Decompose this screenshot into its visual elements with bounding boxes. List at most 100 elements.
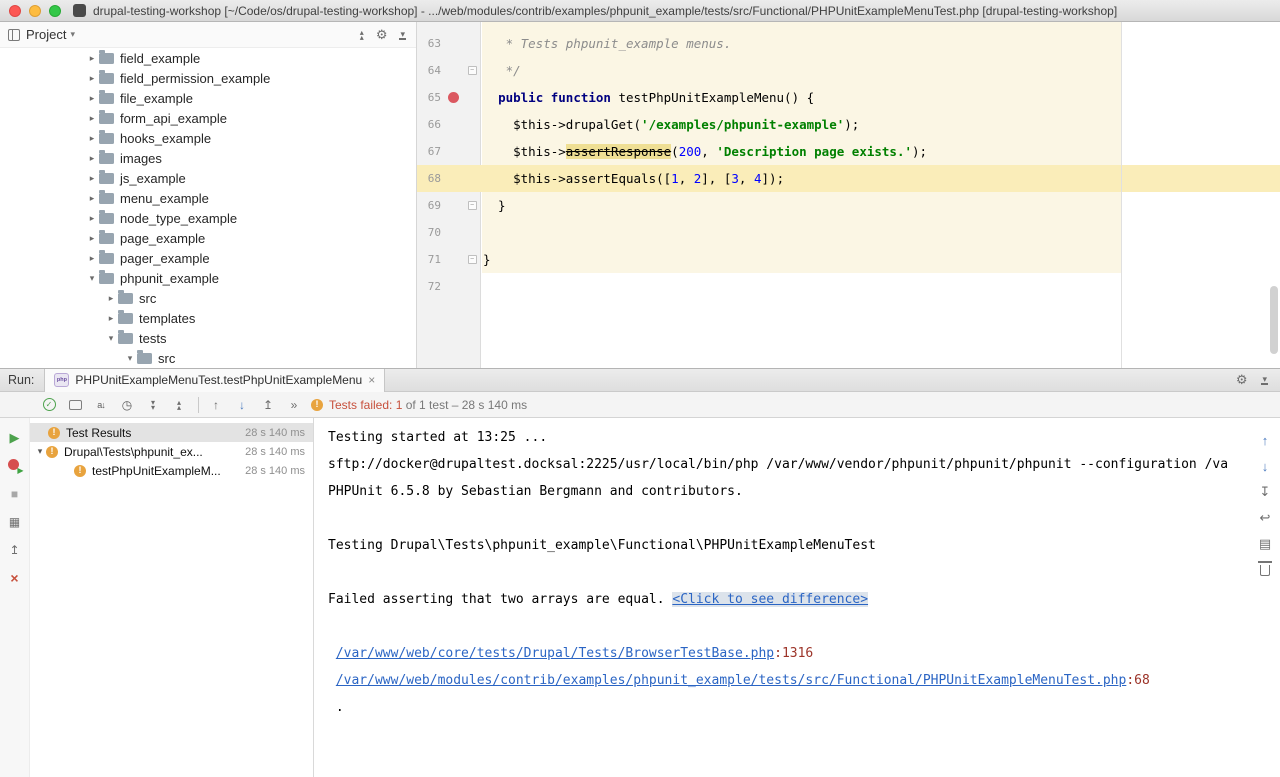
project-tree-item[interactable]: ▸menu_example bbox=[0, 188, 416, 208]
chevron-right-icon[interactable]: ▸ bbox=[104, 293, 118, 304]
sort-by-duration-button[interactable]: ◷ bbox=[118, 396, 136, 414]
stop-button[interactable]: ■ bbox=[7, 486, 23, 502]
chevron-right-icon[interactable]: ▸ bbox=[85, 113, 99, 124]
project-tree-item[interactable]: ▸hooks_example bbox=[0, 128, 416, 148]
test-console-output[interactable]: Testing started at 13:25 ...sftp://docke… bbox=[314, 418, 1250, 777]
project-tree-item[interactable]: ▸js_example bbox=[0, 168, 416, 188]
console-line: Failed asserting that two arrays are equ… bbox=[328, 586, 1250, 613]
editor[interactable]: 63 * Tests phpunit_example menus.64− */6… bbox=[416, 22, 1280, 368]
minimize-window-button[interactable] bbox=[29, 5, 41, 17]
project-tree-item[interactable]: ▸pager_example bbox=[0, 248, 416, 268]
console-link[interactable]: /var/www/web/core/tests/Drupal/Tests/Bro… bbox=[336, 646, 774, 661]
chevron-right-icon[interactable]: ▸ bbox=[85, 213, 99, 224]
chevron-right-icon[interactable]: ▸ bbox=[85, 93, 99, 104]
chevron-right-icon[interactable]: ▸ bbox=[85, 133, 99, 144]
print-button[interactable]: ▤ bbox=[1257, 536, 1273, 552]
chevron-right-icon[interactable]: ▸ bbox=[85, 153, 99, 164]
project-tree-item[interactable]: ▸form_api_example bbox=[0, 108, 416, 128]
hide-panel-icon[interactable]: ▾ bbox=[399, 30, 406, 40]
hide-tool-window-icon[interactable]: ▾ bbox=[1261, 375, 1268, 385]
project-panel-title[interactable]: Project bbox=[26, 27, 66, 42]
chevron-down-icon[interactable]: ▾ bbox=[70, 29, 75, 40]
chevron-right-icon[interactable]: ▸ bbox=[85, 53, 99, 64]
clear-all-button[interactable] bbox=[1257, 562, 1273, 578]
test-tree-item[interactable]: !testPhpUnitExampleM...28 s 140 ms bbox=[30, 461, 313, 480]
editor-line[interactable]: 72 bbox=[417, 273, 1280, 300]
editor-line[interactable]: 67 $this->assertResponse(200, 'Descripti… bbox=[417, 138, 1280, 165]
soft-wrap-button[interactable]: ↩ bbox=[1257, 510, 1273, 526]
project-tree-item[interactable]: ▸field_example bbox=[0, 48, 416, 68]
fold-marker-icon[interactable]: − bbox=[468, 255, 477, 264]
fold-marker-icon[interactable]: − bbox=[468, 66, 477, 75]
close-window-button[interactable] bbox=[9, 5, 21, 17]
project-tree-item[interactable]: ▸images bbox=[0, 148, 416, 168]
editor-line[interactable]: 69− } bbox=[417, 192, 1280, 219]
chevron-right-icon[interactable]: ▸ bbox=[85, 73, 99, 84]
project-tree-item[interactable]: ▸ file_example bbox=[0, 88, 416, 108]
chevron-down-icon[interactable]: ▾ bbox=[104, 333, 118, 344]
project-tree-item[interactable]: ▸src bbox=[0, 288, 416, 308]
collapse-all-button[interactable]: ▴▴ bbox=[170, 396, 188, 414]
test-tree-item[interactable]: ▾!Drupal\Tests\phpunit_ex...28 s 140 ms bbox=[30, 442, 313, 461]
console-link[interactable]: <Click to see difference> bbox=[672, 592, 868, 607]
console-link[interactable]: /var/www/web/modules/contrib/examples/ph… bbox=[336, 673, 1127, 688]
scroll-to-end-button[interactable]: ↧ bbox=[1257, 484, 1273, 500]
line-number: 70 bbox=[417, 226, 443, 239]
folder-icon bbox=[99, 233, 114, 244]
project-item-label: file_example bbox=[120, 91, 193, 106]
run-settings-gear-icon[interactable]: ⚙ bbox=[1236, 372, 1248, 388]
rerun-failed-tests-button[interactable]: ▶ bbox=[7, 458, 23, 474]
test-tree-item[interactable]: !Test Results28 s 140 ms bbox=[30, 423, 313, 442]
down-stack-trace-button[interactable]: ↓ bbox=[1257, 458, 1273, 474]
code-text: } bbox=[481, 252, 1280, 267]
close-run-panel-button[interactable]: × bbox=[7, 570, 23, 586]
editor-scrollbar[interactable] bbox=[1270, 286, 1278, 354]
failed-test-gutter-icon[interactable] bbox=[448, 92, 459, 103]
settings-gear-icon[interactable]: ⚙ bbox=[376, 27, 388, 43]
project-tree-item[interactable]: ▾src bbox=[0, 348, 416, 368]
console-line: PHPUnit 6.5.8 by Sebastian Bergmann and … bbox=[328, 478, 1250, 505]
chevron-right-icon[interactable]: ▸ bbox=[85, 173, 99, 184]
line-number: 69 bbox=[417, 199, 443, 212]
show-ignored-button[interactable] bbox=[66, 396, 84, 414]
chevron-right-icon[interactable]: ▸ bbox=[85, 233, 99, 244]
project-tree-item[interactable]: ▸page_example bbox=[0, 228, 416, 248]
expand-all-button[interactable]: ▾▾ bbox=[144, 396, 162, 414]
chevron-down-icon[interactable]: ▾ bbox=[123, 353, 137, 364]
editor-line[interactable]: 66 $this->drupalGet('/examples/phpunit-e… bbox=[417, 111, 1280, 138]
overflow-actions-icon[interactable]: » bbox=[285, 396, 303, 414]
editor-line[interactable]: 68 $this->assertEquals([1, 2], [3, 4]); bbox=[417, 165, 1280, 192]
close-tab-icon[interactable]: × bbox=[368, 373, 375, 387]
fold-marker-icon[interactable]: − bbox=[468, 201, 477, 210]
editor-line[interactable]: 71−} bbox=[417, 246, 1280, 273]
previous-failed-test-button[interactable]: ↑ bbox=[207, 396, 225, 414]
project-tree-item[interactable]: ▸templates bbox=[0, 308, 416, 328]
collapse-all-icon[interactable]: ▴ ▴ bbox=[360, 30, 364, 40]
editor-line[interactable]: 64− */ bbox=[417, 57, 1280, 84]
chevron-right-icon[interactable]: ▸ bbox=[104, 313, 118, 324]
project-tree-item[interactable]: ▾ phpunit_example bbox=[0, 268, 416, 288]
toggle-layout-button[interactable]: ▦ bbox=[7, 514, 23, 530]
project-item-label: phpunit_example bbox=[120, 271, 219, 286]
show-passed-button[interactable]: ✓ bbox=[40, 396, 58, 414]
titlebar: drupal-testing-workshop [~/Code/os/drupa… bbox=[0, 0, 1280, 22]
php-file-icon: php bbox=[54, 373, 69, 387]
up-stack-trace-button[interactable]: ↑ bbox=[1257, 432, 1273, 448]
editor-line[interactable]: 65 public function testPhpUnitExampleMen… bbox=[417, 84, 1280, 111]
zoom-window-button[interactable] bbox=[49, 5, 61, 17]
chevron-down-icon[interactable]: ▾ bbox=[34, 446, 46, 457]
project-tree-item[interactable]: ▸field_permission_example bbox=[0, 68, 416, 88]
project-tree-item[interactable]: ▸node_type_example bbox=[0, 208, 416, 228]
chevron-right-icon[interactable]: ▸ bbox=[85, 253, 99, 264]
run-tab[interactable]: php PHPUnitExampleMenuTest.testPhpUnitEx… bbox=[44, 369, 385, 392]
editor-line[interactable]: 63 * Tests phpunit_example menus. bbox=[417, 30, 1280, 57]
import-test-results-button[interactable]: ↥ bbox=[7, 542, 23, 558]
chevron-down-icon[interactable]: ▾ bbox=[85, 273, 99, 284]
editor-line[interactable]: 70 bbox=[417, 219, 1280, 246]
project-tree-item[interactable]: ▾tests bbox=[0, 328, 416, 348]
sort-alphabetically-button[interactable]: a↓ bbox=[92, 396, 110, 414]
next-failed-test-button[interactable]: ↓ bbox=[233, 396, 251, 414]
rerun-tests-button[interactable]: ▶ bbox=[7, 430, 23, 446]
export-test-results-button[interactable]: ↥ bbox=[259, 396, 277, 414]
chevron-right-icon[interactable]: ▸ bbox=[85, 193, 99, 204]
